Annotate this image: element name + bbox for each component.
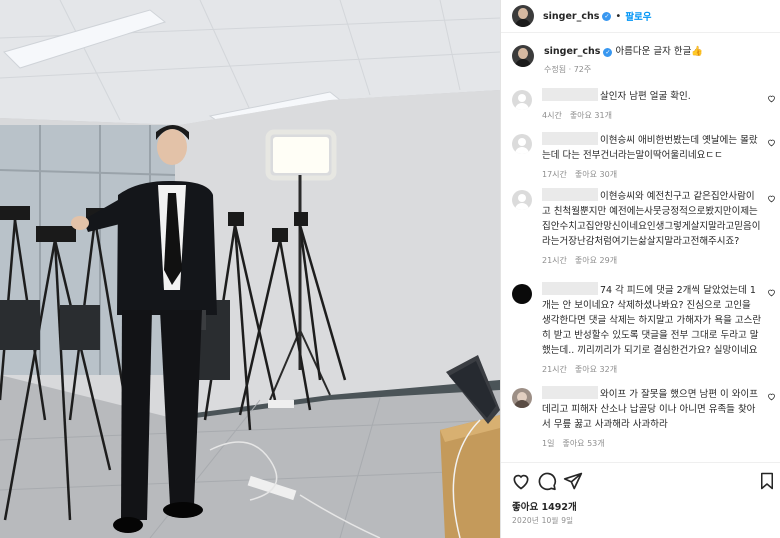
bookmark-icon[interactable] — [758, 471, 776, 491]
comment-heart-icon[interactable] — [767, 94, 776, 103]
post-date: 2020년 10월 9일 — [512, 516, 574, 525]
post-header: singer_chs ✓ • 팔로우 — [501, 0, 780, 33]
avatar[interactable] — [512, 45, 534, 67]
comment-item: 와이프 가 잘못을 했으면 남편 이 와이프 데리고 피해자 산소나 납골당 이… — [512, 386, 775, 449]
comment-heart-icon[interactable] — [767, 288, 776, 297]
comment-likes[interactable]: 좋아요 30개 — [575, 170, 617, 179]
comment-text: 살인자 남편 얼굴 확인. — [600, 91, 691, 102]
comment-likes[interactable]: 좋아요 32개 — [575, 365, 617, 374]
share-icon[interactable] — [563, 471, 583, 491]
comment-text: 74 각 피드에 댓글 2개씩 달았었는데 1개는 안 보이네요? 삭제하셨나봐… — [542, 285, 762, 356]
caption-username[interactable]: singer_chs — [544, 46, 600, 57]
verified-icon: ✓ — [602, 11, 612, 21]
commenter-avatar[interactable] — [512, 284, 532, 304]
post-photo — [0, 0, 500, 538]
comment-item: 살인자 남편 얼굴 확인. 4시간 좋아요 31개 — [512, 88, 775, 121]
redacted-username — [542, 188, 598, 201]
caption-meta: 수정됨 · 72주 — [544, 65, 592, 74]
comment-likes[interactable]: 좋아요 53개 — [562, 439, 604, 448]
redacted-username — [542, 386, 598, 399]
separator-dot: • — [615, 10, 622, 22]
comment-time: 21시간 — [542, 365, 567, 374]
comment-item: 이현승씨 애비한번봤는데 옛날에는 몰랐는데 다는 전부건너라는말이딱어울리네요… — [512, 132, 775, 180]
comment-time: 17시간 — [542, 170, 567, 179]
commenter-avatar[interactable] — [512, 134, 532, 154]
redacted-username — [542, 132, 598, 145]
comment-likes[interactable]: 좋아요 29개 — [575, 256, 617, 265]
commenter-avatar[interactable] — [512, 90, 532, 110]
comment-heart-icon[interactable] — [767, 194, 776, 203]
commenter-avatar[interactable] — [512, 190, 532, 210]
verified-icon: ✓ — [603, 48, 613, 57]
likes-count[interactable]: 좋아요 1492개 — [512, 499, 577, 513]
photo-scene — [0, 0, 500, 538]
caption-text: 아름다운 글자 한글👍 — [615, 46, 704, 57]
comment-likes[interactable]: 좋아요 31개 — [570, 111, 612, 120]
comment-time: 1일 — [542, 439, 555, 448]
comment-item: 74 각 피드에 댓글 2개씩 달았었는데 1개는 안 보이네요? 삭제하셨나봐… — [512, 282, 775, 375]
comment-icon[interactable] — [537, 471, 557, 491]
comment-time: 21시간 — [542, 256, 567, 265]
avatar[interactable] — [512, 5, 534, 27]
redacted-username — [542, 282, 598, 295]
post-actions: 좋아요 1492개 2020년 10월 9일 — [501, 462, 780, 538]
caption: singer_chs ✓ 아름다운 글자 한글👍 수정됨 · 72주 — [512, 45, 772, 77]
post-sidebar: singer_chs ✓ • 팔로우 singer_chs ✓ 아름다운 글자 한… — [500, 0, 780, 538]
follow-button[interactable]: 팔로우 — [625, 9, 651, 23]
comment-time: 4시간 — [542, 111, 562, 120]
comment-heart-icon[interactable] — [767, 138, 776, 147]
comment-heart-icon[interactable] — [767, 392, 776, 401]
comments-list[interactable]: singer_chs ✓ 아름다운 글자 한글👍 수정됨 · 72주 살인자 남편… — [501, 34, 780, 462]
redacted-username — [542, 88, 598, 101]
comment-item: 이현승씨와 예전친구고 같은집안사람이고 친척월뿐지만 예전에는사뭇긍정적으로봤… — [512, 188, 775, 266]
like-heart-icon[interactable] — [511, 471, 531, 491]
commenter-avatar[interactable] — [512, 388, 532, 408]
username[interactable]: singer_chs — [543, 11, 599, 22]
